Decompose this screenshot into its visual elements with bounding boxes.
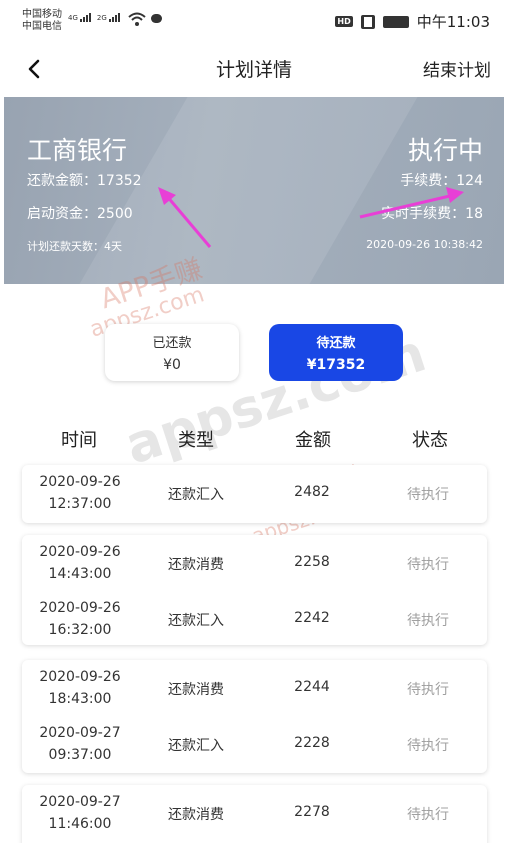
plan-group: 2020-09-27 11:46:00 还款消费 2278 待执行 xyxy=(22,785,487,843)
row-status: 待执行 xyxy=(407,738,449,754)
row-time: 18:43:00 xyxy=(48,691,112,707)
plan-datetime: 2020-09-26 10:38:42 xyxy=(366,238,483,251)
row-amount: 2258 xyxy=(294,554,330,570)
hd-icon: HD xyxy=(335,16,353,27)
row-type: 还款汇入 xyxy=(168,487,224,503)
due-amount: ¥17352 xyxy=(306,357,366,373)
row-datetime: 2020-09-27 09:37:00 xyxy=(22,722,138,766)
net-1-label: 4G xyxy=(68,14,78,22)
plan-group: 2020-09-26 18:43:00 还款消费 2244 待执行 2020-0… xyxy=(22,660,487,773)
row-type: 还款消费 xyxy=(168,807,224,823)
row-datetime: 2020-09-26 16:32:00 xyxy=(22,597,138,641)
repay-amount: 还款金额：17352 xyxy=(27,173,142,189)
table-row[interactable]: 2020-09-26 16:32:00 还款汇入 2242 待执行 xyxy=(22,591,487,649)
clock: 中午11:03 xyxy=(416,13,490,31)
plan-days: 计划还款天数：4天 xyxy=(27,240,122,253)
row-date: 2020-09-26 xyxy=(39,544,121,560)
row-date: 2020-09-26 xyxy=(39,669,121,685)
row-date: 2020-09-27 xyxy=(39,794,121,810)
net-2-label: 2G xyxy=(96,14,107,22)
row-datetime: 2020-09-27 11:46:00 xyxy=(22,791,138,835)
signal-1-icon: 4G xyxy=(68,13,91,22)
plan-status: 执行中 xyxy=(407,136,483,165)
table-row[interactable]: 2020-09-26 14:43:00 还款消费 2258 待执行 xyxy=(22,535,487,593)
carrier-1: 中国移动 xyxy=(22,9,62,20)
row-amount: 2242 xyxy=(294,610,330,626)
plan-group: 2020-09-26 12:37:00 还款汇入 2482 待执行 xyxy=(22,465,487,523)
status-right: HD 中午11:03 xyxy=(335,11,490,32)
row-datetime: 2020-09-26 12:37:00 xyxy=(22,471,138,515)
nav-bar: 计划详情 结束计划 xyxy=(0,44,508,96)
table-row[interactable]: 2020-09-27 11:46:00 还款消费 2278 待执行 xyxy=(22,785,487,843)
header-status: 状态 xyxy=(412,430,448,451)
row-status: 待执行 xyxy=(407,807,449,823)
row-date: 2020-09-26 xyxy=(39,474,121,490)
carrier-labels: 中国移动 中国电信 xyxy=(22,9,62,33)
wifi-icon xyxy=(128,12,146,26)
plan-group: 2020-09-26 14:43:00 还款消费 2258 待执行 2020-0… xyxy=(22,535,487,645)
header-amount: 金额 xyxy=(295,430,331,451)
row-amount: 2244 xyxy=(294,679,330,695)
header-time: 时间 xyxy=(61,430,97,451)
row-amount: 2278 xyxy=(294,804,330,820)
due-card[interactable]: 待还款 ¥17352 xyxy=(269,324,403,381)
table-row[interactable]: 2020-09-26 12:37:00 还款汇入 2482 待执行 xyxy=(22,465,487,523)
row-status: 待执行 xyxy=(407,487,449,503)
header-type: 类型 xyxy=(178,430,214,451)
chat-icon xyxy=(151,14,162,23)
row-date: 2020-09-26 xyxy=(39,600,121,616)
vibrate-icon xyxy=(360,14,375,29)
plan-summary-card: 工商银行 执行中 还款金额：17352 启动资金：2500 计划还款天数：4天 … xyxy=(4,97,504,284)
row-amount: 2482 xyxy=(294,484,330,500)
paid-amount: ¥0 xyxy=(163,357,181,373)
table-header: 时间 类型 金额 状态 xyxy=(0,422,508,452)
battery-icon xyxy=(382,15,409,28)
start-fund: 启动资金：2500 xyxy=(27,206,133,222)
annotation-arrow-right-icon xyxy=(359,187,464,219)
annotation-arrow-left-icon xyxy=(158,187,212,248)
table-row[interactable]: 2020-09-27 09:37:00 还款汇入 2228 待执行 xyxy=(22,716,487,774)
row-date: 2020-09-27 xyxy=(39,725,121,741)
carrier-2: 中国电信 xyxy=(22,21,62,32)
row-type: 还款消费 xyxy=(168,682,224,698)
row-time: 11:46:00 xyxy=(48,816,112,832)
table-row[interactable]: 2020-09-26 18:43:00 还款消费 2244 待执行 xyxy=(22,660,487,718)
paid-label: 已还款 xyxy=(152,336,192,351)
row-amount: 2228 xyxy=(294,735,330,751)
row-time: 12:37:00 xyxy=(48,496,112,512)
due-label: 待还款 xyxy=(316,336,356,351)
row-status: 待执行 xyxy=(407,682,449,698)
row-time: 16:32:00 xyxy=(48,622,112,638)
end-plan-button[interactable]: 结束计划 xyxy=(423,56,491,81)
row-type: 还款汇入 xyxy=(168,738,224,754)
row-status: 待执行 xyxy=(407,613,449,629)
row-type: 还款汇入 xyxy=(168,613,224,629)
paid-card[interactable]: 已还款 ¥0 xyxy=(105,324,239,381)
row-status: 待执行 xyxy=(407,557,449,573)
row-time: 09:37:00 xyxy=(48,747,112,763)
signal-2-icon: 2G xyxy=(97,13,120,22)
signal-icons: 4G 2G xyxy=(68,13,120,22)
row-datetime: 2020-09-26 14:43:00 xyxy=(22,541,138,585)
row-datetime: 2020-09-26 18:43:00 xyxy=(22,666,138,710)
bank-name: 工商银行 xyxy=(27,136,128,165)
row-type: 还款消费 xyxy=(168,557,224,573)
row-time: 14:43:00 xyxy=(48,566,112,582)
status-bar: 中国移动 中国电信 4G 2G HD 中午11:03 xyxy=(0,0,508,44)
